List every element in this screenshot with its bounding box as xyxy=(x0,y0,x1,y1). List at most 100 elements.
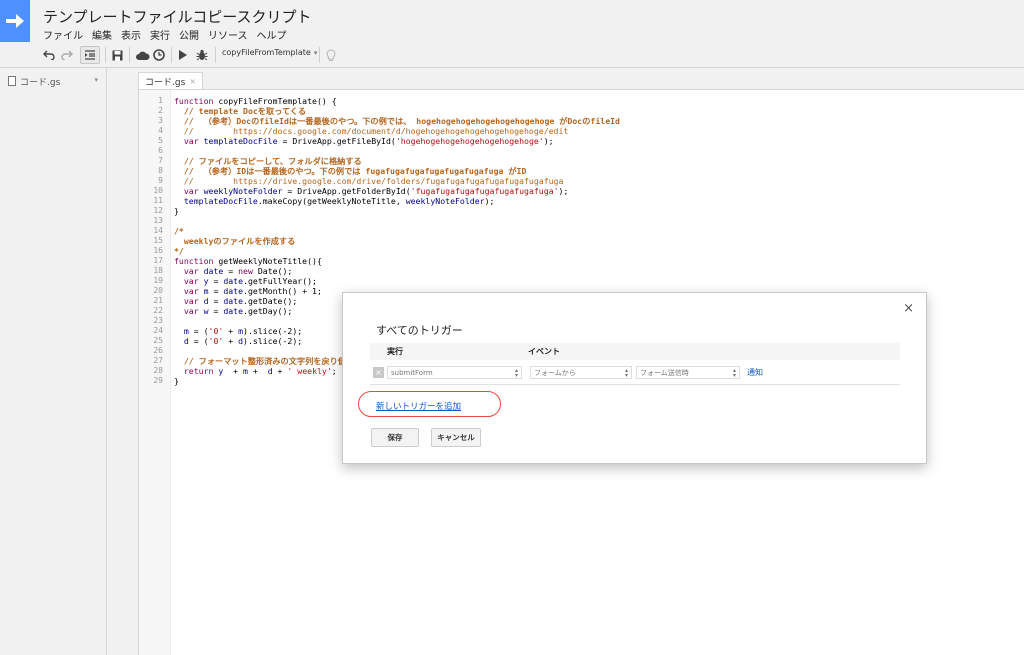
cloud-icon[interactable] xyxy=(134,46,150,64)
code-line[interactable]: function getWeeklyNoteTitle(){ xyxy=(174,256,322,266)
code-line[interactable]: var weeklyNoteFolder = DriveApp.getFolde… xyxy=(174,186,569,196)
toolbar-separator xyxy=(319,47,320,63)
line-number: 14 xyxy=(153,226,163,235)
line-number: 23 xyxy=(153,316,163,325)
line-number: 8 xyxy=(158,166,163,175)
code-line[interactable]: // https://drive.google.com/drive/folder… xyxy=(174,176,564,186)
code-line[interactable]: } xyxy=(174,206,179,216)
code-line[interactable]: // （参考）IDは一番最後のやつ。下の例では fugafugafugafuga… xyxy=(174,166,527,176)
toolbar-separator xyxy=(105,47,106,63)
code-line[interactable]: m = ('0' + m).slice(-2); xyxy=(174,326,302,336)
code-line[interactable]: var m = date.getMonth() + 1; xyxy=(174,286,322,296)
code-line[interactable]: */ xyxy=(174,246,184,256)
indent-icon[interactable] xyxy=(80,46,100,64)
line-number: 16 xyxy=(153,246,163,255)
code-line[interactable]: function copyFileFromTemplate() { xyxy=(174,96,337,106)
chevron-down-icon[interactable]: ▾ xyxy=(94,76,98,84)
line-number: 7 xyxy=(158,156,163,165)
line-number: 2 xyxy=(158,106,163,115)
file-icon xyxy=(8,76,16,86)
line-number: 1 xyxy=(158,96,163,105)
code-line[interactable]: d = ('0' + d).slice(-2); xyxy=(174,336,302,346)
code-line[interactable]: var d = date.getDate(); xyxy=(174,296,297,306)
apps-script-logo[interactable] xyxy=(0,0,30,42)
function-dropdown[interactable]: submitForm ▴ ▾ xyxy=(387,366,522,379)
code-line[interactable]: var w = date.getDay(); xyxy=(174,306,292,316)
arrow-right-icon xyxy=(6,14,24,28)
file-item-code-gs[interactable]: コード.gs ▾ xyxy=(8,73,100,89)
redo-icon[interactable] xyxy=(60,46,74,64)
clock-icon[interactable] xyxy=(152,46,166,64)
updown-icon: ▴ ▾ xyxy=(732,367,736,379)
code-line[interactable]: // https://docs.google.com/document/d/ho… xyxy=(174,126,569,136)
triggers-dialog: × すべてのトリガー 実行 イベント × submitForm ▴ ▾ フォームか… xyxy=(342,292,927,464)
code-line[interactable]: return y + m + d + ' weekly'; xyxy=(174,366,337,376)
delete-trigger-icon[interactable]: × xyxy=(373,367,384,378)
debug-icon[interactable] xyxy=(195,46,209,64)
save-button[interactable]: 保存 xyxy=(371,428,419,447)
tab-code-gs[interactable]: コード.gs × xyxy=(138,72,203,89)
menu-publish[interactable]: 公開 xyxy=(179,27,199,42)
line-number: 4 xyxy=(158,126,163,135)
toolbar-separator xyxy=(215,47,216,63)
menu-help[interactable]: ヘルプ xyxy=(257,27,287,42)
line-number: 17 xyxy=(153,256,163,265)
line-number: 10 xyxy=(153,186,163,195)
line-number: 6 xyxy=(158,146,163,155)
line-number: 12 xyxy=(153,206,163,215)
lightbulb-icon[interactable] xyxy=(324,46,338,64)
code-line[interactable]: var date = new Date(); xyxy=(174,266,292,276)
menu-resources[interactable]: リソース xyxy=(208,27,248,42)
tab-label: コード.gs xyxy=(145,77,186,88)
code-line[interactable]: // ファイルをコピーして、フォルダに格納する xyxy=(174,156,362,166)
code-line[interactable]: var y = date.getFullYear(); xyxy=(174,276,317,286)
updown-icon: ▴ ▾ xyxy=(624,367,628,379)
code-line[interactable]: // （参考）DocのfileIdは一番最後のやつ。下の例では、 hogehog… xyxy=(174,116,620,126)
dialog-title: すべてのトリガー xyxy=(376,324,463,337)
line-number: 26 xyxy=(153,346,163,355)
code-line[interactable]: // template Docを取ってくる xyxy=(174,106,306,116)
menu-edit[interactable]: 編集 xyxy=(92,27,112,42)
line-number: 3 xyxy=(158,116,163,125)
line-number: 21 xyxy=(153,296,163,305)
line-number: 25 xyxy=(153,336,163,345)
trigger-row: × submitForm ▴ ▾ フォームから ▴ ▾ フォーム送信時 ▴ ▾ 通知 xyxy=(370,363,900,385)
code-line[interactable]: } xyxy=(174,376,179,386)
line-number: 28 xyxy=(153,366,163,375)
undo-icon[interactable] xyxy=(42,46,56,64)
menu-file[interactable]: ファイル xyxy=(43,27,83,42)
line-number: 22 xyxy=(153,306,163,315)
code-line[interactable]: // フォーマット整形済みの文字列を戻り値にす xyxy=(174,356,363,366)
event-type-dropdown[interactable]: フォーム送信時 ▴ ▾ xyxy=(636,366,740,379)
chevron-down-icon: ▾ xyxy=(313,49,318,57)
function-select-value: copyFileFromTemplate xyxy=(222,48,311,57)
function-dropdown-value: submitForm xyxy=(391,368,433,377)
project-title[interactable]: テンプレートファイルコピースクリプト xyxy=(43,6,312,27)
line-number: 24 xyxy=(153,326,163,335)
toolbar-separator xyxy=(171,47,172,63)
line-number: 18 xyxy=(153,266,163,275)
source-dropdown-value: フォームから xyxy=(534,368,576,377)
menu-view[interactable]: 表示 xyxy=(121,27,141,42)
function-select[interactable]: copyFileFromTemplate ▾ xyxy=(222,48,317,57)
line-number: 15 xyxy=(153,236,163,245)
line-number: 27 xyxy=(153,356,163,365)
line-number: 5 xyxy=(158,136,163,145)
updown-icon: ▴ ▾ xyxy=(514,367,518,379)
source-dropdown[interactable]: フォームから ▴ ▾ xyxy=(530,366,632,379)
menu-run[interactable]: 実行 xyxy=(150,27,170,42)
code-line[interactable]: weeklyのファイルを作成する xyxy=(174,236,295,246)
triggers-table-header: 実行 イベント xyxy=(370,343,900,360)
notify-link[interactable]: 通知 xyxy=(747,367,763,378)
run-icon[interactable] xyxy=(177,46,189,64)
add-trigger-link[interactable]: 新しいトリガーを追加 xyxy=(376,400,461,412)
line-number: 20 xyxy=(153,286,163,295)
app-header: テンプレートファイルコピースクリプト ファイル 編集 表示 実行 公開 リソース… xyxy=(0,0,1024,42)
code-line[interactable]: templateDocFile.makeCopy(getWeeklyNoteTi… xyxy=(174,196,495,206)
code-line[interactable]: var templateDocFile = DriveApp.getFileBy… xyxy=(174,136,554,146)
cancel-button[interactable]: キャンセル xyxy=(431,428,481,447)
save-icon[interactable] xyxy=(110,46,124,64)
code-line[interactable]: /* xyxy=(174,226,184,236)
tab-close-icon[interactable]: × xyxy=(189,77,196,86)
close-icon[interactable]: × xyxy=(903,301,914,316)
